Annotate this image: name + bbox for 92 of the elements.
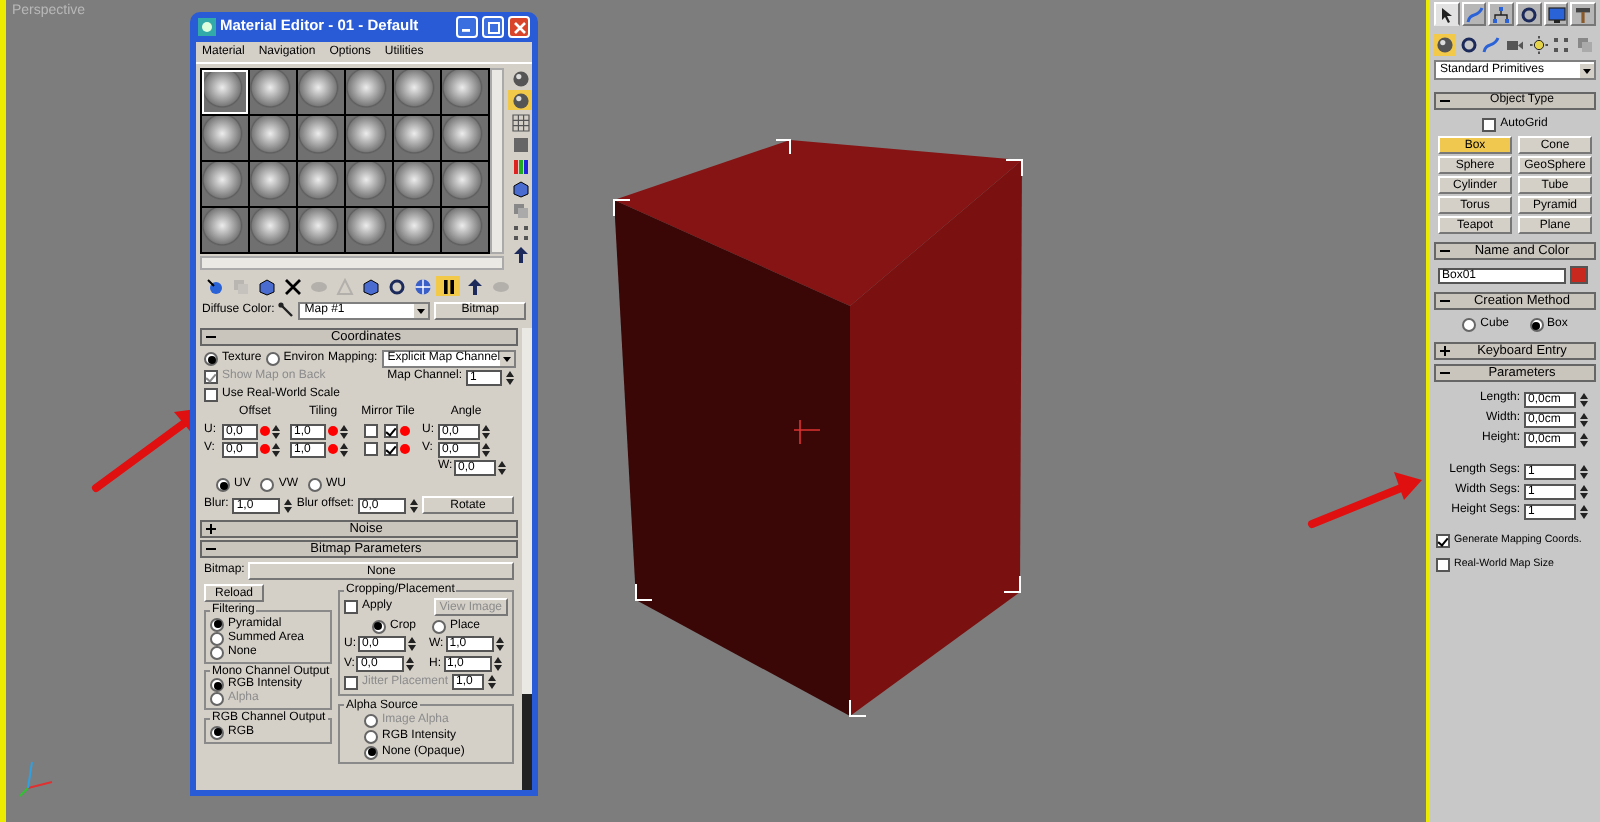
- caret-icon: [500, 352, 515, 366]
- spinner-icon[interactable]: [1580, 503, 1588, 519]
- tree-icon[interactable]: [1488, 2, 1515, 26]
- scrollbar[interactable]: [490, 68, 504, 254]
- material-slot[interactable]: [298, 208, 344, 252]
- caret-icon: [1580, 63, 1594, 77]
- material-slot[interactable]: [346, 70, 392, 114]
- close-icon: [513, 21, 525, 33]
- pause-icon[interactable]: [436, 276, 460, 296]
- plus-icon: [206, 524, 216, 534]
- material-slot[interactable]: [298, 116, 344, 160]
- ring-icon[interactable]: [384, 276, 408, 296]
- scrollbar[interactable]: [200, 256, 504, 270]
- pin-icon[interactable]: [202, 276, 226, 296]
- material-slot[interactable]: [202, 70, 248, 114]
- minus-icon: [1440, 246, 1450, 256]
- spinner-icon[interactable]: [340, 423, 348, 439]
- caret-icon: [414, 303, 429, 317]
- ring-icon[interactable]: [1457, 34, 1479, 56]
- viewport[interactable]: [0, 0, 1430, 822]
- minus-icon: [206, 332, 216, 342]
- cursor-icon[interactable]: [1434, 2, 1460, 26]
- maximize-icon: [487, 21, 499, 33]
- material-slot[interactable]: [250, 70, 296, 114]
- spinner-icon[interactable]: [272, 441, 280, 457]
- dots-icon[interactable]: [1551, 34, 1573, 56]
- annotation-dot: [400, 444, 410, 454]
- axis-tripod-icon: [19, 761, 53, 797]
- material-slot[interactable]: [394, 208, 440, 252]
- annotation-dot: [260, 444, 270, 454]
- minus-icon: [1440, 96, 1450, 106]
- material-slot[interactable]: [346, 162, 392, 206]
- spinner-icon[interactable]: [340, 441, 348, 457]
- minus-icon: [1440, 368, 1450, 378]
- spinner-icon[interactable]: [1580, 431, 1588, 447]
- plus-icon: [1440, 346, 1450, 356]
- square-icon[interactable]: [508, 134, 532, 154]
- close-button[interactable]: [508, 16, 530, 38]
- spinner-icon[interactable]: [1580, 483, 1588, 499]
- material-slot[interactable]: [442, 162, 488, 206]
- maximize-button[interactable]: [482, 16, 504, 38]
- sphere-icon[interactable]: [508, 68, 532, 88]
- checkbox[interactable]: [384, 424, 398, 438]
- bars-icon[interactable]: [508, 156, 532, 176]
- material-slot[interactable]: [394, 70, 440, 114]
- annotation-arrow: [1308, 472, 1422, 528]
- lamp-icon[interactable]: [1527, 34, 1550, 56]
- material-slot[interactable]: [202, 208, 248, 252]
- hammer-icon[interactable]: [1570, 2, 1597, 26]
- cube-icon[interactable]: [254, 276, 278, 296]
- spinner-icon[interactable]: [506, 369, 514, 385]
- annotation-dot: [328, 444, 338, 454]
- spinner-icon[interactable]: [1580, 391, 1588, 407]
- cross-icon[interactable]: [280, 276, 304, 296]
- globe-icon[interactable]: [410, 276, 434, 296]
- sphere-icon[interactable]: [508, 90, 532, 110]
- checkbox[interactable]: [363, 424, 377, 438]
- material-slot[interactable]: [250, 116, 296, 160]
- minus-icon: [1440, 296, 1450, 306]
- minus-icon: [206, 544, 216, 554]
- annotation-dot: [260, 426, 270, 436]
- spinner-icon[interactable]: [1580, 463, 1588, 479]
- material-slot[interactable]: [394, 162, 440, 206]
- material-slot[interactable]: [442, 116, 488, 160]
- material-slot[interactable]: [250, 162, 296, 206]
- material-slot[interactable]: [346, 208, 392, 252]
- checkbox[interactable]: [384, 442, 398, 456]
- material-slot[interactable]: [442, 70, 488, 114]
- annotation-dot: [400, 426, 410, 436]
- material-slot[interactable]: [298, 70, 344, 114]
- checkbox[interactable]: [363, 442, 377, 456]
- color-swatch[interactable]: [1570, 266, 1588, 284]
- material-slot[interactable]: [298, 162, 344, 206]
- cube-icon[interactable]: [358, 276, 382, 296]
- minimize-button[interactable]: [456, 16, 478, 38]
- sphere-icon[interactable]: [1434, 34, 1456, 56]
- material-slot[interactable]: [202, 116, 248, 160]
- spinner-icon[interactable]: [272, 423, 280, 439]
- material-slot[interactable]: [346, 116, 392, 160]
- scrollbar[interactable]: [522, 328, 532, 790]
- material-slot[interactable]: [394, 116, 440, 160]
- spinner-icon[interactable]: [1580, 411, 1588, 427]
- grid-icon[interactable]: [508, 112, 532, 132]
- eyedropper-icon[interactable]: [278, 302, 295, 318]
- material-slot[interactable]: [442, 208, 488, 252]
- material-slot[interactable]: [250, 208, 296, 252]
- annotation-dot: [328, 426, 338, 436]
- cube-icon[interactable]: [508, 178, 532, 198]
- monitor-icon[interactable]: [1543, 2, 1569, 26]
- app-icon: [198, 18, 216, 36]
- dots-icon[interactable]: [508, 222, 532, 242]
- material-slot[interactable]: [202, 162, 248, 206]
